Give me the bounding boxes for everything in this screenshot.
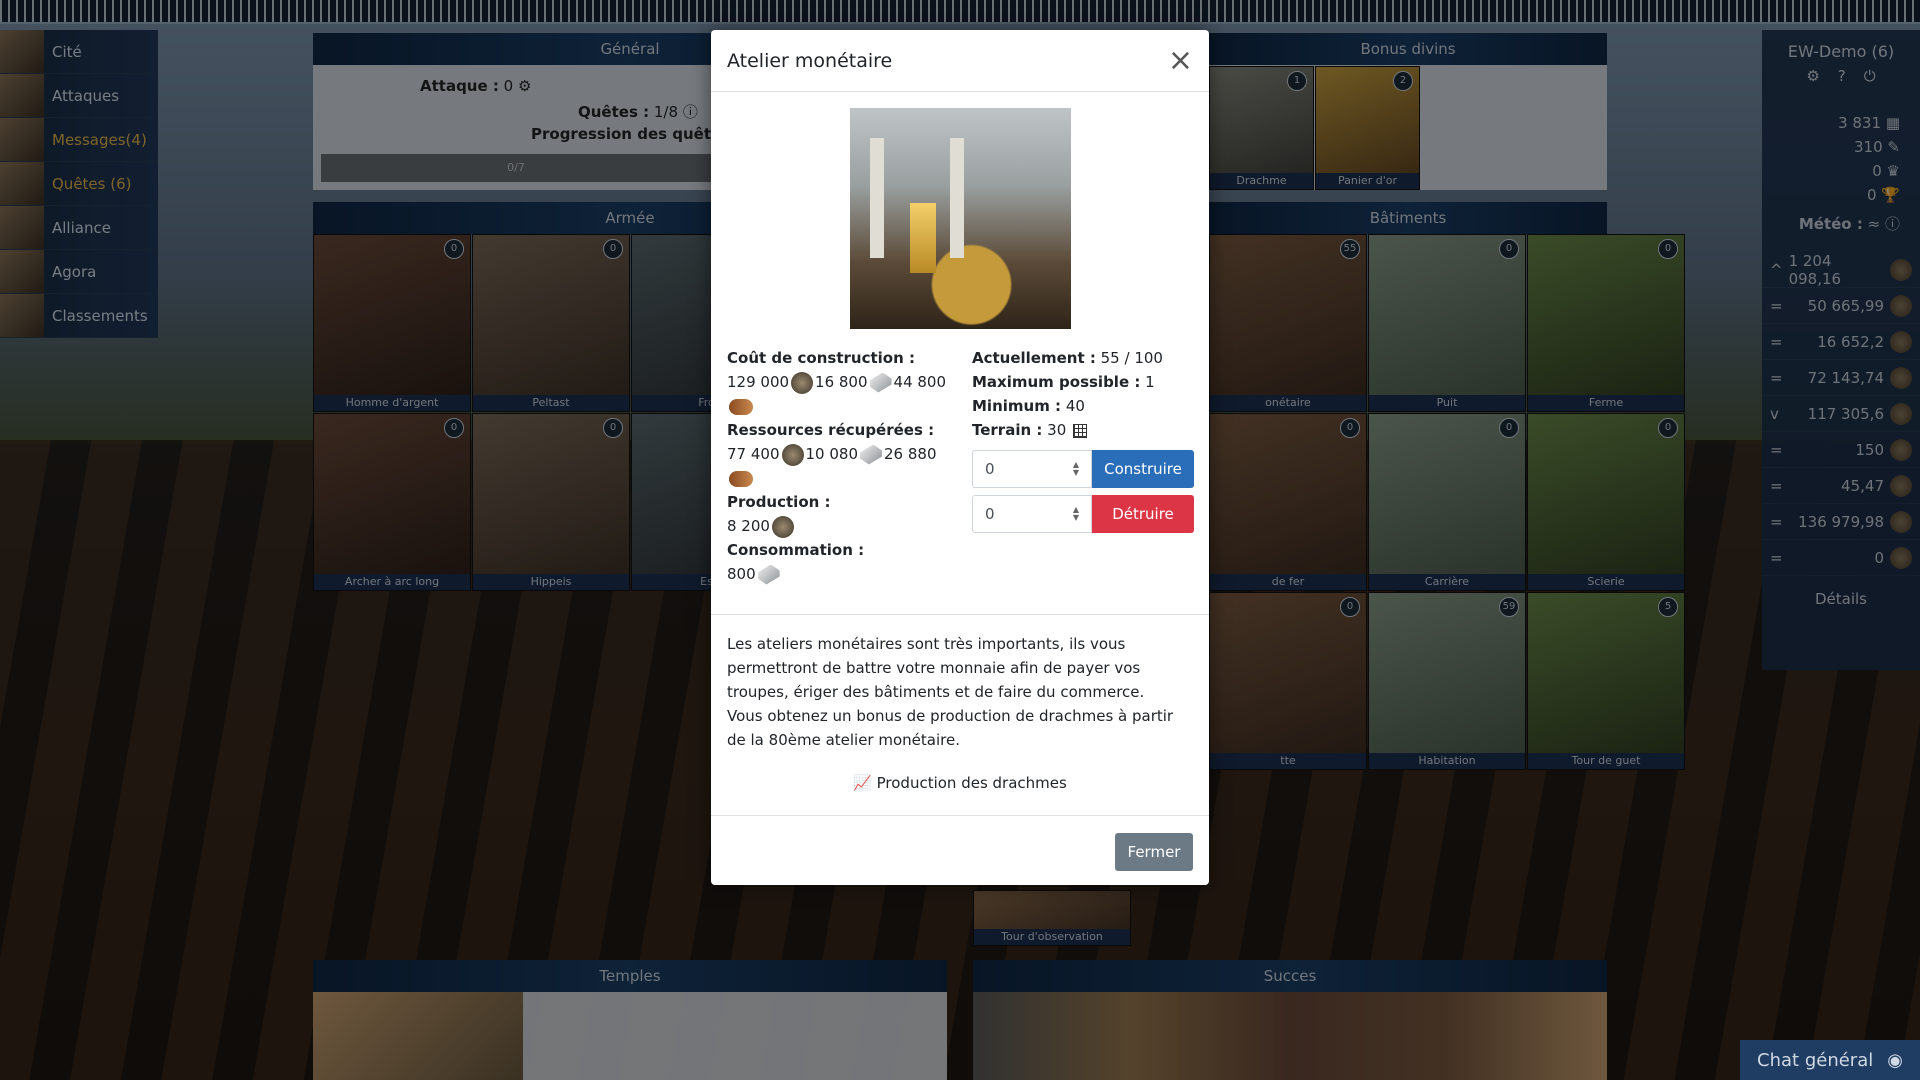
stepper-icon[interactable]: ▲ ▼ — [1073, 461, 1079, 477]
consommation-label: Consommation : — [727, 541, 865, 559]
detruire-button[interactable]: Détruire — [1092, 495, 1194, 533]
destroy-quantity-value: 0 — [985, 505, 995, 523]
recup-label: Ressources récupérées : — [727, 421, 935, 439]
iron-icon — [860, 444, 882, 465]
wood-icon — [729, 398, 753, 415]
min-label: Minimum : — [972, 397, 1062, 415]
iron-icon — [869, 372, 892, 393]
modal-header: Atelier monétaire × — [711, 30, 1209, 92]
description: Les ateliers monétaires sont très import… — [727, 632, 1193, 752]
divider — [711, 614, 1209, 615]
wood-icon — [729, 470, 753, 487]
modal-title: Atelier monétaire — [727, 49, 893, 72]
grid-icon — [1073, 423, 1088, 438]
min-value: 40 — [1065, 397, 1085, 415]
actuel-label: Actuellement : — [972, 349, 1096, 367]
stepper-icon[interactable]: ▲ ▼ — [1073, 506, 1079, 522]
max-value: 1 — [1145, 373, 1155, 391]
construire-button[interactable]: Construire — [1092, 450, 1194, 488]
pillar-shape — [870, 138, 884, 258]
recup-stone: 26 880 — [884, 445, 937, 463]
consommation-value: 800 — [727, 565, 756, 583]
production-chart-link[interactable]: 📈 Production des drachmes — [711, 774, 1209, 792]
chart-icon: 📈 — [853, 774, 872, 792]
recup-iron: 10 080 — [805, 445, 859, 463]
build-row: 0 ▲ ▼ Construire — [972, 450, 1194, 488]
production-label: Production : — [727, 493, 831, 511]
cost-drachme: 129 000 — [727, 373, 790, 391]
drachme-icon — [781, 443, 804, 466]
cost-stone: 44 800 — [893, 373, 947, 391]
chat-button[interactable]: Chat général ◉ — [1740, 1040, 1920, 1080]
production-value: 8 200 — [727, 517, 770, 535]
description-p2: Vous obtenez un bonus de production de d… — [727, 707, 1174, 749]
chart-link-label: Production des drachmes — [876, 774, 1067, 792]
max-label: Maximum possible : — [972, 373, 1141, 391]
terrain-value: 30 — [1047, 421, 1067, 439]
info-column: Actuellement : 55 / 100 Maximum possible… — [972, 346, 1202, 442]
building-modal: Atelier monétaire × Coût de construction… — [711, 30, 1209, 885]
discord-icon: ◉ — [1887, 1049, 1903, 1071]
terrain-label: Terrain : — [972, 421, 1043, 439]
cost-iron: 16 800 — [815, 373, 868, 391]
recup-values: 77 400 10 080 26 880 — [727, 442, 957, 466]
destroy-row: 0 ▲ ▼ Détruire — [972, 495, 1194, 533]
build-quantity-input[interactable]: 0 ▲ ▼ — [972, 450, 1092, 488]
drachme-icon — [791, 371, 814, 394]
cost-label: Coût de construction : — [727, 349, 915, 367]
fermer-button[interactable]: Fermer — [1115, 833, 1193, 871]
close-icon[interactable]: × — [1168, 45, 1193, 76]
divider — [711, 815, 1209, 816]
build-quantity-value: 0 — [985, 460, 995, 478]
pillar-shape — [950, 138, 964, 258]
recup-drachme: 77 400 — [727, 445, 780, 463]
destroy-quantity-input[interactable]: 0 ▲ ▼ — [972, 495, 1092, 533]
chat-label: Chat général — [1757, 1049, 1874, 1071]
actuel-value: 55 / 100 — [1100, 349, 1163, 367]
cost-column: Coût de construction : 129 000 16 800 44 8… — [727, 346, 957, 586]
cost-values: 129 000 16 800 44 800 — [727, 370, 957, 394]
drachme-icon — [771, 515, 794, 538]
building-image — [850, 108, 1071, 329]
iron-icon — [757, 564, 780, 585]
gold-statue-shape — [910, 203, 936, 273]
description-p1: Les ateliers monétaires sont très import… — [727, 635, 1145, 701]
